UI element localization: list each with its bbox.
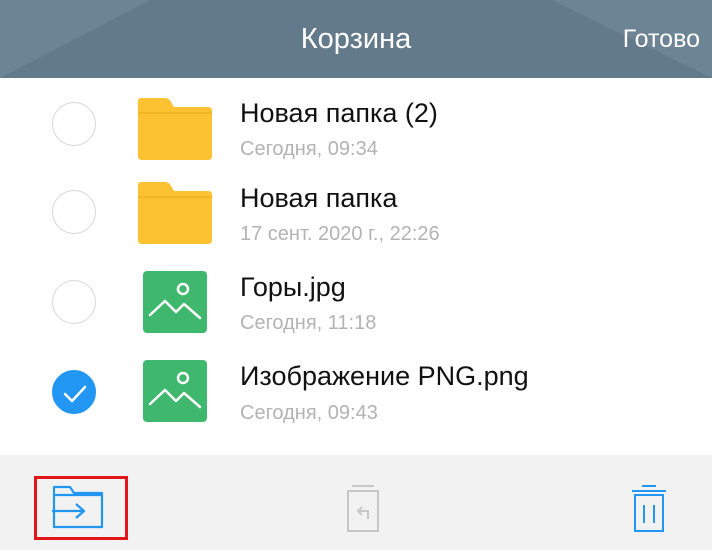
file-name: Изображение PNG.png [240, 361, 529, 391]
folder-icon [138, 182, 212, 244]
header-bar: Корзина Готово [0, 0, 712, 78]
list-item[interactable]: Изображение PNG.png Сегодня, 09:43 [0, 351, 712, 442]
restore-icon[interactable] [344, 483, 382, 533]
file-date: 17 сент. 2020 г., 22:26 [240, 223, 440, 245]
list-item[interactable]: Горы.jpg Сегодня, 11:18 [0, 260, 712, 351]
file-date: Сегодня, 11:18 [240, 312, 377, 334]
trash-icon[interactable] [630, 483, 668, 533]
image-file-icon [143, 360, 207, 422]
file-date: Сегодня, 09:34 [240, 138, 378, 160]
done-button[interactable]: Готово [623, 0, 700, 78]
file-name: Новая папка (2) [240, 98, 438, 128]
select-radio[interactable] [52, 280, 96, 324]
file-list: Новая папка (2) Сегодня, 09:34 Новая пап… [0, 78, 712, 442]
select-radio-checked[interactable] [52, 370, 96, 414]
select-radio[interactable] [52, 102, 96, 146]
highlight-box [34, 476, 128, 540]
page-title: Корзина [300, 23, 412, 55]
image-file-icon [143, 271, 207, 333]
select-radio[interactable] [52, 190, 96, 234]
folder-icon [138, 98, 212, 160]
file-name: Новая папка [240, 183, 398, 213]
list-item[interactable]: Новая папка 17 сент. 2020 г., 22:26 [0, 169, 712, 260]
checkmark-icon [63, 385, 87, 403]
file-date: Сегодня, 09:43 [240, 402, 378, 424]
list-item[interactable]: Новая папка (2) Сегодня, 09:34 [0, 78, 712, 169]
file-name: Горы.jpg [240, 272, 346, 302]
